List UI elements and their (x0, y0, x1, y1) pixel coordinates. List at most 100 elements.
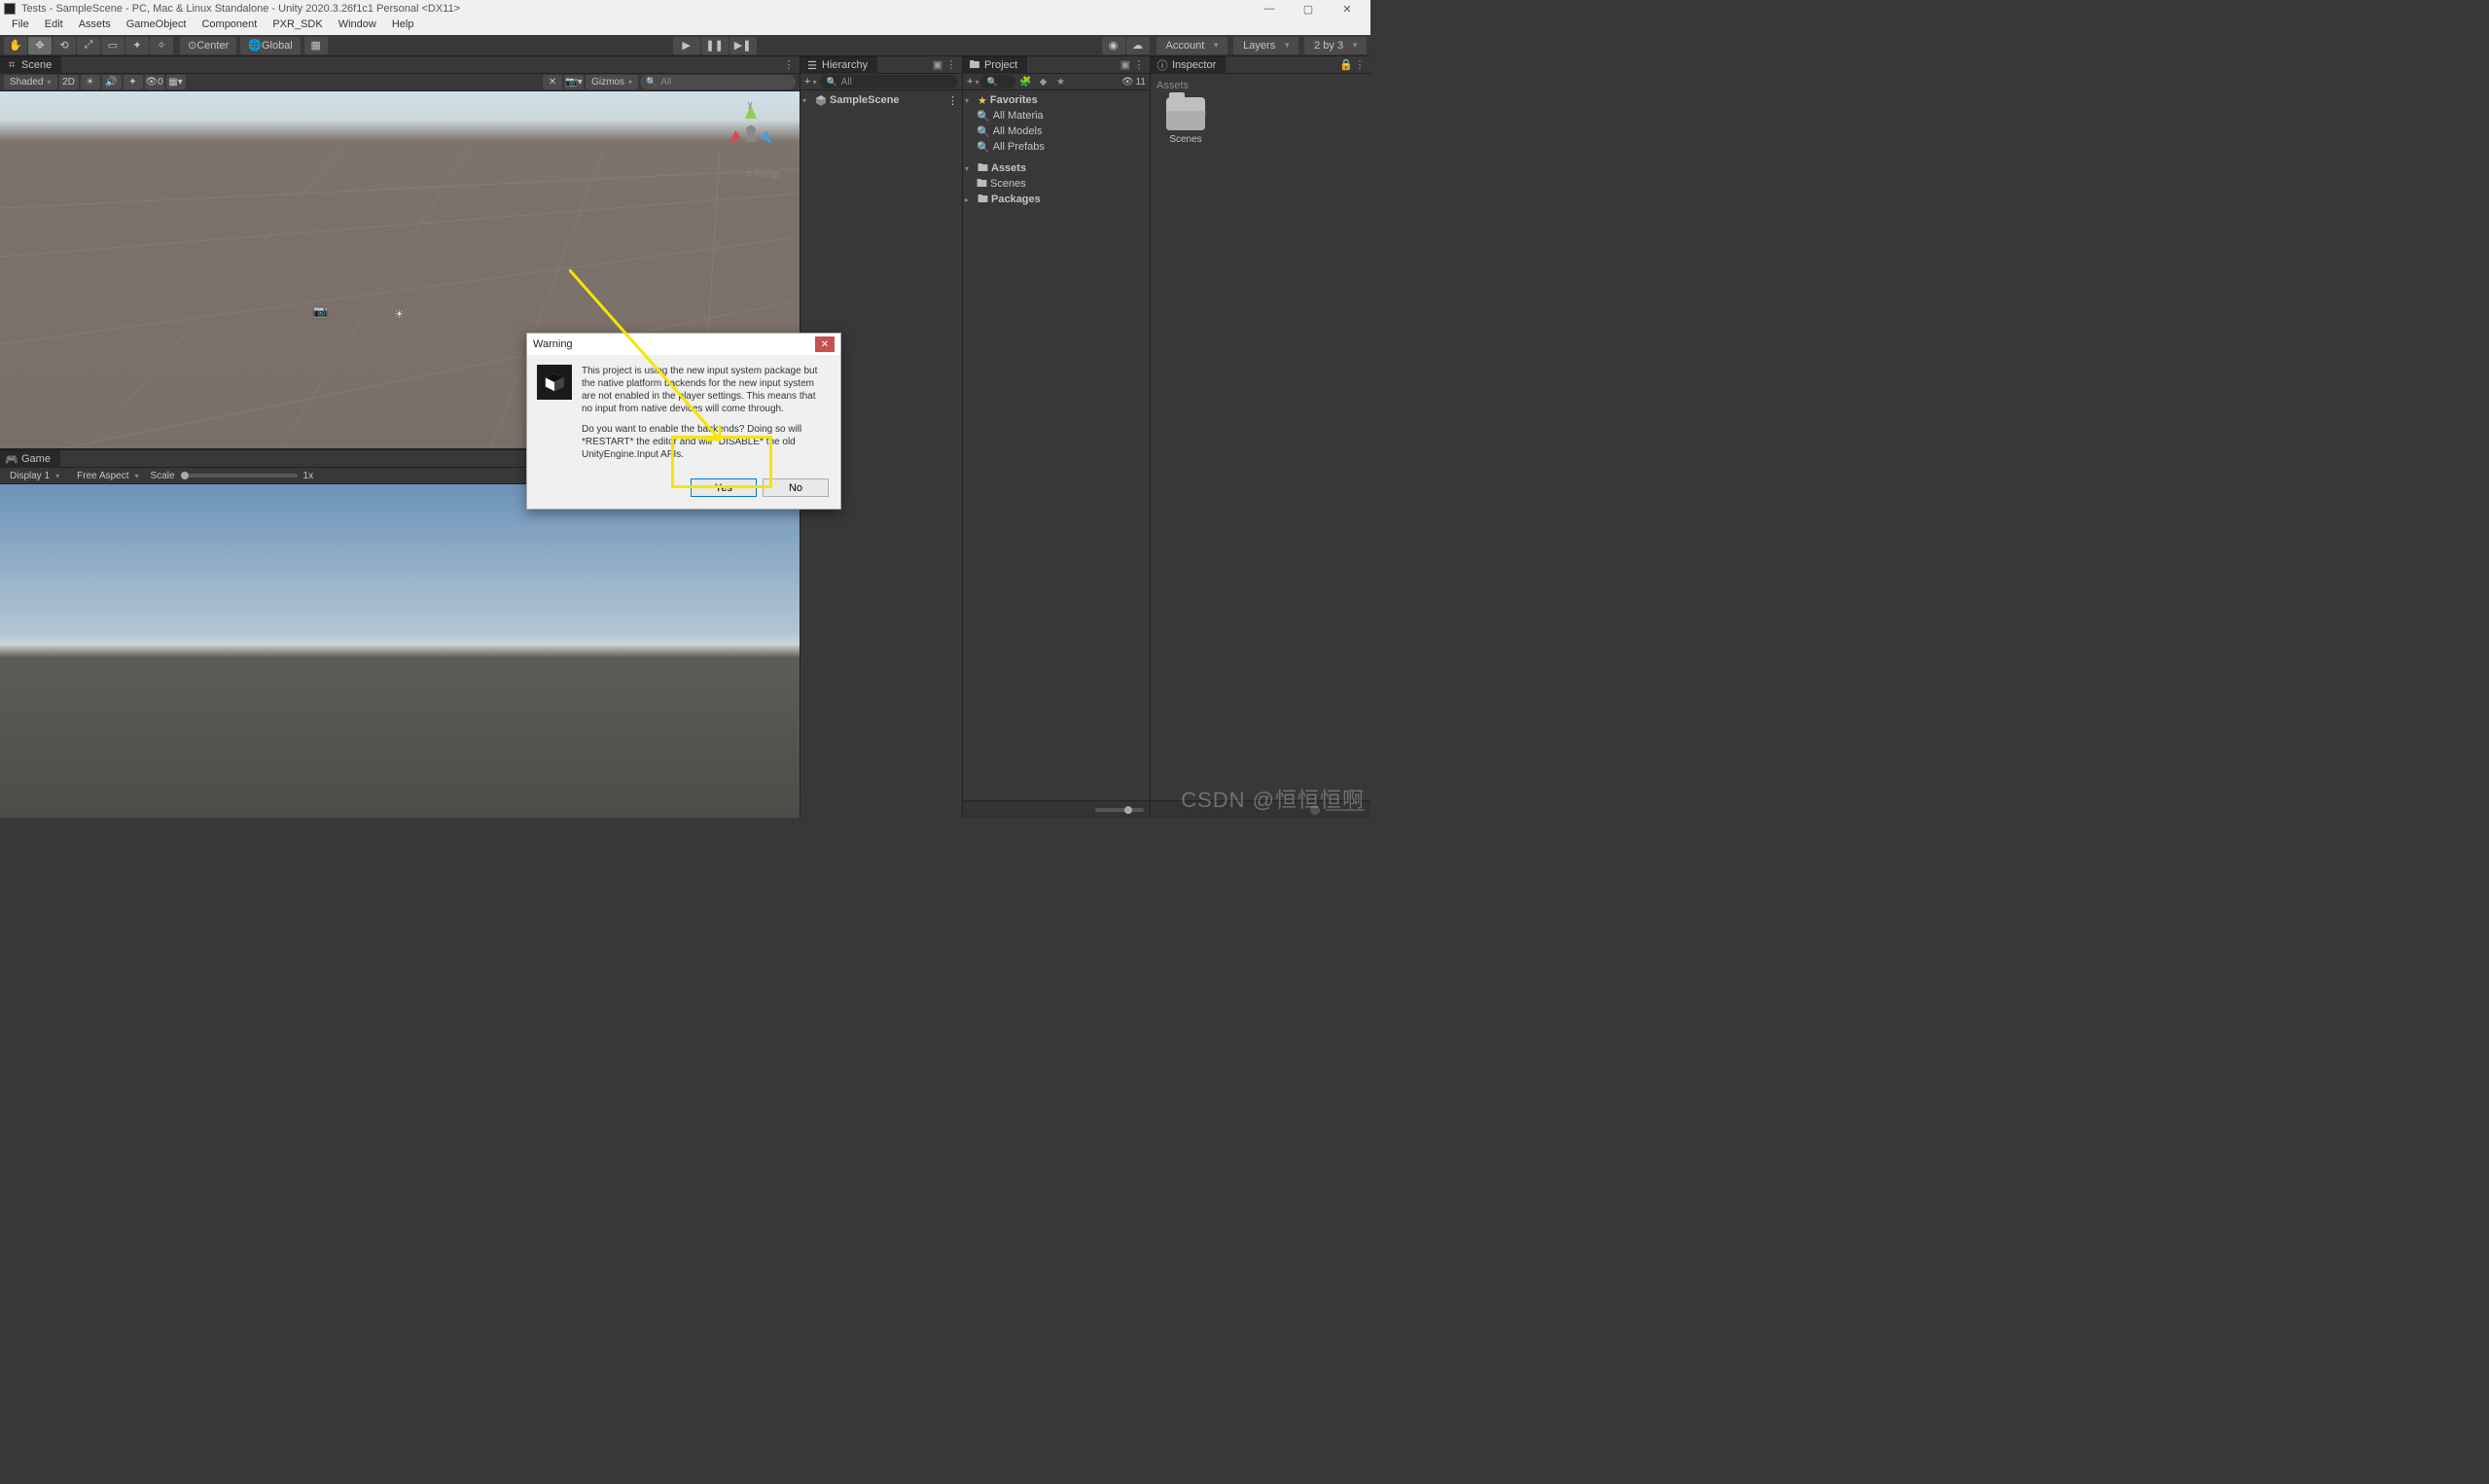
2d-toggle[interactable]: 2D (59, 75, 79, 89)
tab-hierarchy[interactable]: ☰ Hierarchy (800, 56, 877, 74)
folder-icon (1166, 97, 1205, 130)
layers-dropdown[interactable]: Layers▼ (1233, 37, 1298, 54)
scene-panel-header: ⌗ Scene ⋮ (0, 56, 800, 74)
menu-window[interactable]: Window (331, 18, 384, 35)
asset-preview-area: Assets Scenes (1151, 74, 1370, 151)
pivot-mode-toggle[interactable]: ⊙ Center (180, 37, 236, 54)
camera-gizmo-icon[interactable]: 📷 (313, 304, 328, 318)
packages-row[interactable]: ▸ 🖿 Packages (963, 192, 1150, 207)
menu-file[interactable]: File (4, 18, 37, 35)
chevron-down-icon: ▾ (47, 78, 51, 87)
favorite-item[interactable]: 🔍All Prefabs (963, 139, 1150, 155)
light-gizmo-icon[interactable]: ☀ (394, 307, 405, 321)
search-icon: 🔍 (977, 141, 990, 154)
scale-slider[interactable] (181, 474, 298, 477)
pause-button[interactable]: ❚❚ (701, 37, 729, 54)
panel-menu-icon[interactable]: ⋮ (944, 58, 958, 72)
folder-thumbnail[interactable]: Scenes (1156, 97, 1215, 145)
create-dropdown[interactable]: +▾ (967, 76, 978, 88)
favorite-item[interactable]: 🔍All Models (963, 124, 1150, 139)
game-viewport[interactable] (0, 484, 800, 818)
cloud-button[interactable]: ☁ (1126, 37, 1150, 54)
projection-label[interactable]: Persp (746, 169, 780, 180)
menu-pxr-sdk[interactable]: PXR_SDK (265, 18, 330, 35)
panel-menu-icon[interactable]: ⋮ (782, 58, 796, 72)
search-icon: 🔍 (986, 77, 997, 88)
scene-search-input[interactable]: 🔍 All (640, 75, 796, 89)
favorite-item[interactable]: 🔍All Materia (963, 108, 1150, 124)
folder-icon: 🖿 (978, 191, 988, 209)
scene-context-icon[interactable]: ⋮ (947, 94, 958, 107)
panel-menu-icon[interactable]: ⋮ (1132, 58, 1146, 72)
project-search-input[interactable]: 🔍 (980, 75, 1015, 88)
tools-toggle[interactable]: ✕ (543, 75, 562, 89)
folder-item[interactable]: 🖿Scenes (963, 176, 1150, 192)
step-button[interactable]: ▶❚ (729, 37, 757, 54)
favorite-filter-icon[interactable]: ★ (1052, 75, 1068, 88)
account-dropdown[interactable]: Account▼ (1156, 37, 1228, 54)
window-maximize-button[interactable]: ▢ (1289, 0, 1328, 18)
pivot-rotation-toggle[interactable]: 🌐 Global (240, 37, 301, 54)
panel-maximize-icon[interactable]: ▣ (931, 58, 944, 72)
yes-button[interactable]: Yes (691, 478, 757, 497)
menu-edit[interactable]: Edit (37, 18, 71, 35)
hand-tool-button[interactable]: ✋ (4, 37, 27, 54)
thumbnail-size-slider[interactable] (1095, 808, 1144, 812)
hierarchy-search-input[interactable]: 🔍 All (820, 75, 958, 88)
tab-project[interactable]: 🖿 Project (963, 56, 1027, 74)
caret-down-icon: ▾ (965, 164, 975, 173)
dialog-title-bar[interactable]: Warning ✕ (527, 334, 840, 355)
assets-row[interactable]: ▾ 🖿 Assets (963, 160, 1150, 176)
filter-label-icon[interactable]: ◆ (1035, 75, 1050, 88)
menu-component[interactable]: Component (194, 18, 265, 35)
lock-icon[interactable]: 🔒 (1339, 58, 1353, 72)
hierarchy-scene-row[interactable]: ▾ SampleScene ⋮ (800, 92, 962, 108)
filter-type-icon[interactable]: 🧩 (1017, 75, 1033, 88)
aspect-dropdown[interactable]: Free Aspect▾ (71, 471, 144, 481)
hierarchy-toolbar: +▾ 🔍 All (800, 74, 962, 90)
fx-toggle[interactable]: ✦ (124, 75, 143, 89)
favorites-row[interactable]: ▾ ★ Favorites (963, 92, 1150, 108)
play-button[interactable]: ▶ (673, 37, 700, 54)
orientation-gizmo[interactable]: y x z (722, 101, 780, 159)
collab-button[interactable]: ◉ (1102, 37, 1125, 54)
menu-assets[interactable]: Assets (71, 18, 119, 35)
gizmos-dropdown[interactable]: Gizmos▾ (586, 75, 638, 89)
window-minimize-button[interactable]: — (1250, 0, 1289, 18)
chevron-down-icon: ▼ (1351, 41, 1359, 50)
display-dropdown[interactable]: Display 1▾ (4, 471, 65, 481)
create-dropdown[interactable]: +▾ (804, 76, 816, 88)
panel-maximize-icon[interactable]: ▣ (1119, 58, 1132, 72)
rotate-tool-button[interactable]: ⟲ (53, 37, 76, 54)
scene-icon: ⌗ (6, 59, 18, 71)
scale-tool-button[interactable]: ⤢ (77, 37, 100, 54)
snap-toggle-button[interactable]: ▦ (304, 37, 328, 54)
tab-inspector[interactable]: ⓘ Inspector (1151, 56, 1226, 74)
layout-dropdown[interactable]: 2 by 3▼ (1304, 37, 1367, 54)
transform-tool-button[interactable]: ✦ (125, 37, 149, 54)
game-icon: 🎮 (6, 453, 18, 465)
camera-toggle[interactable]: 📷▾ (564, 75, 584, 89)
dialog-close-button[interactable]: ✕ (815, 336, 835, 352)
no-button[interactable]: No (763, 478, 829, 497)
rect-tool-button[interactable]: ▭ (101, 37, 124, 54)
scale-value: 1x (303, 471, 314, 481)
menu-help[interactable]: Help (384, 18, 422, 35)
shading-mode-dropdown[interactable]: Shaded▾ (4, 75, 57, 89)
custom-tool-button[interactable]: ✧ (150, 37, 173, 54)
tab-game[interactable]: 🎮 Game (0, 450, 60, 468)
breadcrumb[interactable]: Assets (1156, 80, 1365, 91)
window-close-button[interactable]: ✕ (1328, 0, 1367, 18)
grid-toggle[interactable]: ▦▾ (166, 75, 186, 89)
chevron-down-icon: ▼ (1283, 41, 1291, 50)
panel-menu-icon[interactable]: ⋮ (1353, 58, 1367, 72)
project-toolbar: +▾ 🔍 🧩 ◆ ★ 👁11 (963, 74, 1150, 90)
tab-scene[interactable]: ⌗ Scene (0, 56, 61, 74)
lighting-toggle[interactable]: ☀ (81, 75, 100, 89)
audio-toggle[interactable]: 🔊 (102, 75, 122, 89)
hidden-objects-toggle[interactable]: 👁0 (145, 75, 164, 89)
menu-gameobject[interactable]: GameObject (119, 18, 195, 35)
hidden-count[interactable]: 👁11 (1121, 77, 1146, 88)
move-tool-button[interactable]: ✥ (28, 37, 52, 54)
folder-icon: 🖿 (969, 59, 980, 71)
